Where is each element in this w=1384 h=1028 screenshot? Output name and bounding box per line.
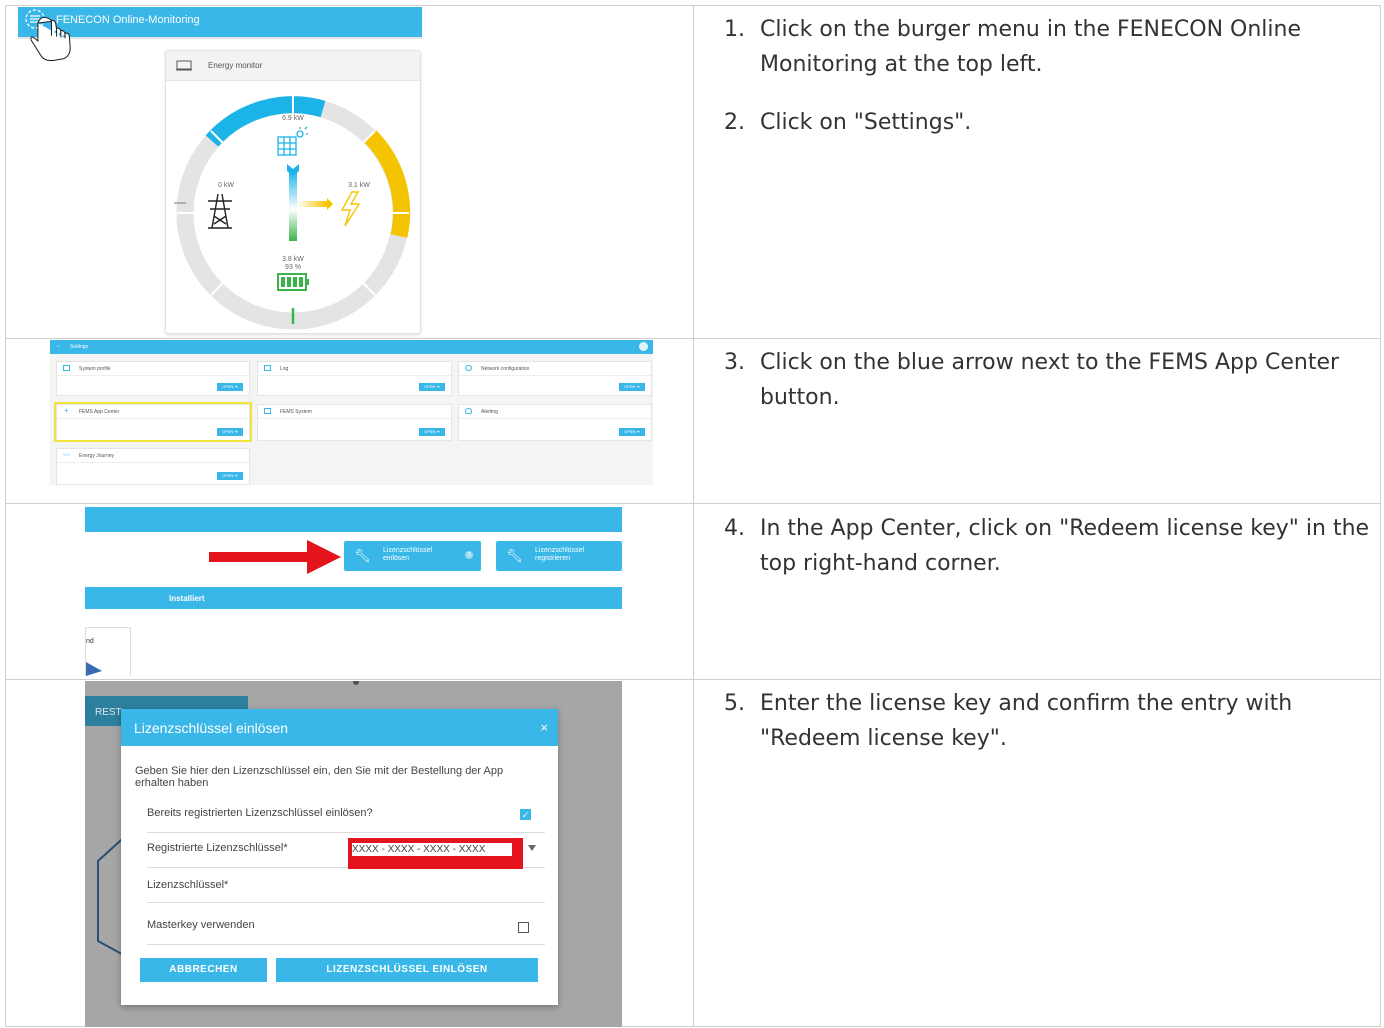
- power-pylon-icon: [208, 193, 232, 229]
- steps-group-1: 1. Click on the burger menu in the FENECO…: [724, 12, 1374, 163]
- card-label: Alerting: [481, 409, 498, 415]
- card-log[interactable]: Log OPEN ➔: [257, 361, 452, 396]
- card-label: FEMS System: [280, 409, 312, 415]
- back-arrow-icon[interactable]: ←: [56, 343, 62, 349]
- register-license-key-button[interactable]: 🔧︎ Lizenzschlüssel registrieren: [496, 541, 622, 571]
- register-label: Lizenzschlüssel registrieren: [535, 547, 585, 562]
- row-divider: [5, 503, 1381, 504]
- checkbox-checked[interactable]: ✓: [520, 809, 531, 820]
- lightning-icon: [340, 191, 361, 227]
- profile-icon: [63, 365, 70, 371]
- row-divider: [5, 338, 1381, 339]
- storage-power-value: 3.8 kW: [282, 256, 304, 263]
- step-4: 4. In the App Center, click on "Redeem li…: [724, 516, 1370, 576]
- redeem-submit-button[interactable]: LIZENZSCHLÜSSEL EINLÖSEN: [276, 958, 538, 982]
- monitor-icon: [176, 60, 192, 71]
- close-icon[interactable]: ×: [540, 720, 548, 735]
- redeem-dialog: Lizenzschlüssel einlösen × Geben Sie hie…: [121, 709, 558, 1005]
- masterkey-row: Masterkey verwenden: [147, 909, 545, 945]
- settings-title: Settings: [70, 344, 89, 350]
- list-icon: [264, 365, 271, 371]
- card-label: Network configuration: [481, 366, 530, 372]
- row-label: Bereits registrierten Lizenzschlüssel ei…: [147, 807, 373, 819]
- redeem-label: Lizenzschlüssel einlösen: [383, 547, 433, 562]
- tab-installed[interactable]: Installiert: [85, 587, 622, 609]
- storage-soc-value: 93 %: [285, 264, 301, 271]
- open-button[interactable]: OPEN ➔: [619, 428, 645, 436]
- hand-pointer-icon: [25, 9, 71, 62]
- screenshot-redeem-dialog: REST Lizenzschlüssel einlösen × Geben Si…: [85, 681, 622, 1027]
- redeem-registered-row: Bereits registrierten Lizenzschlüssel ei…: [147, 797, 545, 833]
- pv-value: 6.9 kW: [282, 115, 304, 122]
- step-5: 5. Enter the license key and confirm the …: [724, 691, 1293, 751]
- step-1: 1. Click on the burger menu in the FENECO…: [724, 17, 1302, 77]
- card-network[interactable]: Network configuration OPEN ➔: [458, 361, 652, 396]
- steps-group-4: 5. Enter the license key and confirm the …: [724, 686, 1374, 779]
- dialog-intro: Geben Sie hier den Lizenzschlüssel ein, …: [135, 765, 504, 789]
- card-label: System profile: [79, 366, 111, 372]
- wrench-icon: 🔧︎: [354, 548, 371, 563]
- row-label: Masterkey verwenden: [147, 919, 255, 931]
- card-system-profile[interactable]: System profile OPEN ➔: [56, 361, 250, 396]
- card-fems-system[interactable]: FEMS System OPEN ➔: [257, 404, 452, 441]
- cancel-button[interactable]: ABBRECHEN: [140, 958, 267, 982]
- user-icon[interactable]: [639, 342, 648, 351]
- system-icon: [264, 408, 271, 414]
- steps-group-3: 4. In the App Center, click on "Redeem li…: [724, 511, 1374, 604]
- checkbox-unchecked[interactable]: [518, 922, 529, 933]
- wrench-icon: 🔧︎: [506, 548, 523, 563]
- bell-icon: [465, 408, 472, 414]
- card-header: Energy monitor: [166, 51, 420, 81]
- open-button[interactable]: OPEN ➔: [419, 428, 445, 436]
- open-button[interactable]: OPEN ➔: [419, 383, 445, 391]
- card-label: Energy Journey: [79, 453, 115, 459]
- row-divider: [5, 679, 1381, 680]
- row-label: Registrierte Lizenzschlüssel*: [147, 842, 288, 854]
- background-dot: [353, 681, 359, 685]
- card-alerting[interactable]: Alerting OPEN ➔: [458, 404, 652, 441]
- tab-label: Installiert: [169, 594, 205, 603]
- open-button[interactable]: OPEN ➔: [217, 472, 243, 480]
- globe-icon: [465, 365, 472, 371]
- key-highlight: XXXX - XXXX - XXXX - XXXX: [348, 838, 523, 869]
- dialog-title: Lizenzschlüssel einlösen: [134, 720, 289, 736]
- energy-flow-diagram: 6.9 kW 0 kW 3.1 kW 3.8 kW 93 %: [174, 96, 411, 330]
- row-label: Lizenzschlüssel*: [147, 879, 229, 891]
- red-arrow-icon: [209, 540, 341, 574]
- solar-panel-icon: [277, 126, 308, 156]
- consumption-value: 3.1 kW: [348, 182, 370, 189]
- card-title: Energy monitor: [208, 61, 263, 70]
- dropdown-arrow-icon[interactable]: [528, 845, 536, 851]
- triangle-icon: [86, 662, 102, 676]
- steps-group-2: 3. Click on the blue arrow next to the FE…: [724, 345, 1374, 438]
- card-energy-journey[interactable]: 〰 Energy Journey OPEN ➔: [56, 448, 250, 485]
- step-2: 2. Click on "Settings".: [724, 110, 972, 135]
- trend-icon: 〰: [63, 452, 70, 459]
- tab-label: REST: [95, 707, 122, 718]
- column-divider: [693, 5, 694, 1027]
- app-tile[interactable]: nd: [85, 627, 131, 676]
- dialog-header: Lizenzschlüssel einlösen ×: [121, 709, 558, 746]
- license-key-value[interactable]: XXXX - XXXX - XXXX - XXXX: [352, 843, 512, 856]
- energy-monitor-card: Energy monitor 6.9 kW 0 kW 3.1 kW 3.8 kW…: [165, 50, 421, 334]
- step-3: 3. Click on the blue arrow next to the FE…: [724, 350, 1340, 410]
- highlight-box: [54, 402, 252, 442]
- battery-icon: [277, 273, 309, 291]
- screenshot-settings: ← Settings System profile OPEN ➔ Log OPE…: [50, 340, 653, 485]
- license-key-row[interactable]: Lizenzschlüssel*: [147, 867, 545, 903]
- count-badge: 3: [465, 551, 473, 559]
- app-center-header: [85, 507, 622, 532]
- redeem-license-key-button[interactable]: 🔧︎ Lizenzschlüssel einlösen 3: [344, 541, 481, 571]
- card-label: Log: [280, 366, 289, 372]
- grid-value: 0 kW: [218, 182, 234, 189]
- screenshot-app-center: 🔧︎ Lizenzschlüssel einlösen 3 🔧︎ Lizenzsc…: [85, 507, 622, 676]
- settings-header: ← Settings: [50, 340, 653, 354]
- tile-text: nd: [86, 638, 94, 645]
- open-button[interactable]: OPEN ➔: [619, 383, 645, 391]
- open-button[interactable]: OPEN ➔: [217, 383, 243, 391]
